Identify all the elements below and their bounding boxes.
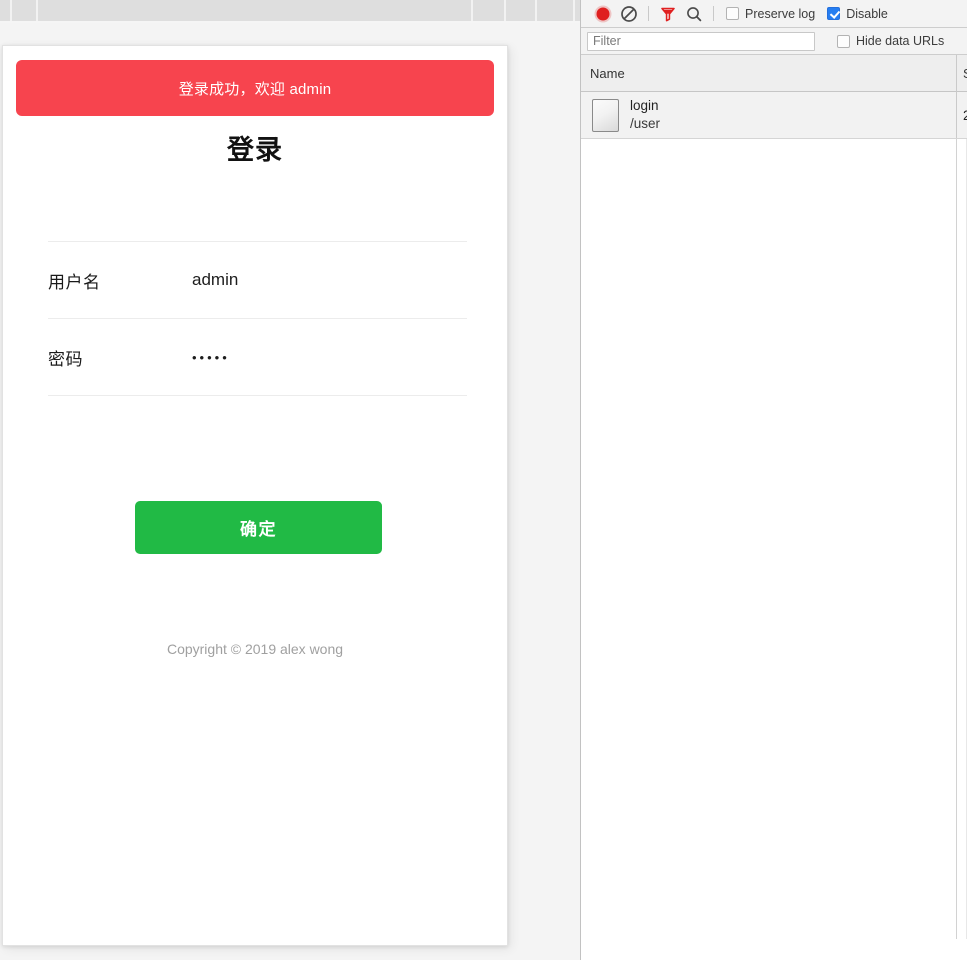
submit-button[interactable]: 确定 (135, 501, 382, 554)
checkbox-box (726, 7, 739, 20)
network-list-empty-inner (581, 139, 957, 939)
network-list-empty-area (581, 139, 967, 939)
toolbar-divider (713, 6, 714, 21)
browser-viewport: 登录成功，欢迎 admin 登录 用户名 admin 密码 ••••• 确定 C… (0, 0, 580, 960)
filter-input[interactable] (587, 32, 815, 51)
toolbar-divider (648, 6, 649, 21)
login-form: 用户名 admin 密码 ••••• (48, 241, 467, 396)
tab-divider (471, 0, 473, 21)
tab-divider (36, 0, 38, 21)
network-table-header: Name S (581, 55, 967, 92)
network-row-text: login /user (630, 97, 660, 133)
column-header-name[interactable]: Name (581, 55, 957, 92)
browser-tab-strip[interactable] (0, 0, 580, 21)
checkbox-box (827, 7, 840, 20)
login-card: 登录成功，欢迎 admin 登录 用户名 admin 密码 ••••• 确定 C… (2, 45, 508, 946)
checkbox-box (837, 35, 850, 48)
tab-divider (535, 0, 537, 21)
login-success-alert: 登录成功，欢迎 admin (16, 60, 494, 116)
preserve-log-label: Preserve log (745, 7, 815, 21)
hide-data-urls-checkbox[interactable]: Hide data URLs (837, 34, 944, 48)
search-magnifier-icon[interactable] (681, 1, 707, 27)
tab-divider (10, 0, 12, 21)
disable-cache-checkbox[interactable]: Disable (827, 7, 888, 21)
clear-prohibited-icon[interactable] (616, 1, 642, 27)
column-header-status[interactable]: S (957, 55, 967, 92)
disable-cache-label: Disable (846, 7, 888, 21)
tab-divider (573, 0, 575, 21)
form-row-username: 用户名 admin (48, 241, 467, 319)
username-label: 用户名 (48, 268, 192, 293)
devtools-network-panel: Preserve log Disable Hide data URLs Name… (580, 0, 967, 960)
copyright-text: Copyright © 2019 alex wong (3, 641, 507, 657)
password-label: 密码 (48, 345, 192, 370)
request-status: 2 (957, 92, 967, 138)
screenshot-root: 登录成功，欢迎 admin 登录 用户名 admin 密码 ••••• 确定 C… (0, 0, 967, 960)
username-input[interactable]: admin (192, 270, 467, 290)
document-icon (592, 99, 619, 132)
preserve-log-checkbox[interactable]: Preserve log (726, 7, 815, 21)
filter-funnel-icon[interactable] (655, 1, 681, 27)
page-title: 登录 (3, 128, 507, 167)
request-path: /user (630, 115, 660, 133)
password-input[interactable]: ••••• (192, 350, 467, 365)
network-row-name-cell: login /user (581, 92, 957, 138)
tab-divider (504, 0, 506, 21)
devtools-filter-bar: Hide data URLs (581, 28, 967, 55)
form-row-password: 密码 ••••• (48, 319, 467, 396)
request-name: login (630, 97, 660, 115)
table-row[interactable]: login /user 2 (581, 92, 967, 139)
record-circle-icon[interactable] (590, 1, 616, 27)
devtools-toolbar: Preserve log Disable (581, 0, 967, 28)
hide-data-urls-label: Hide data URLs (856, 34, 944, 48)
